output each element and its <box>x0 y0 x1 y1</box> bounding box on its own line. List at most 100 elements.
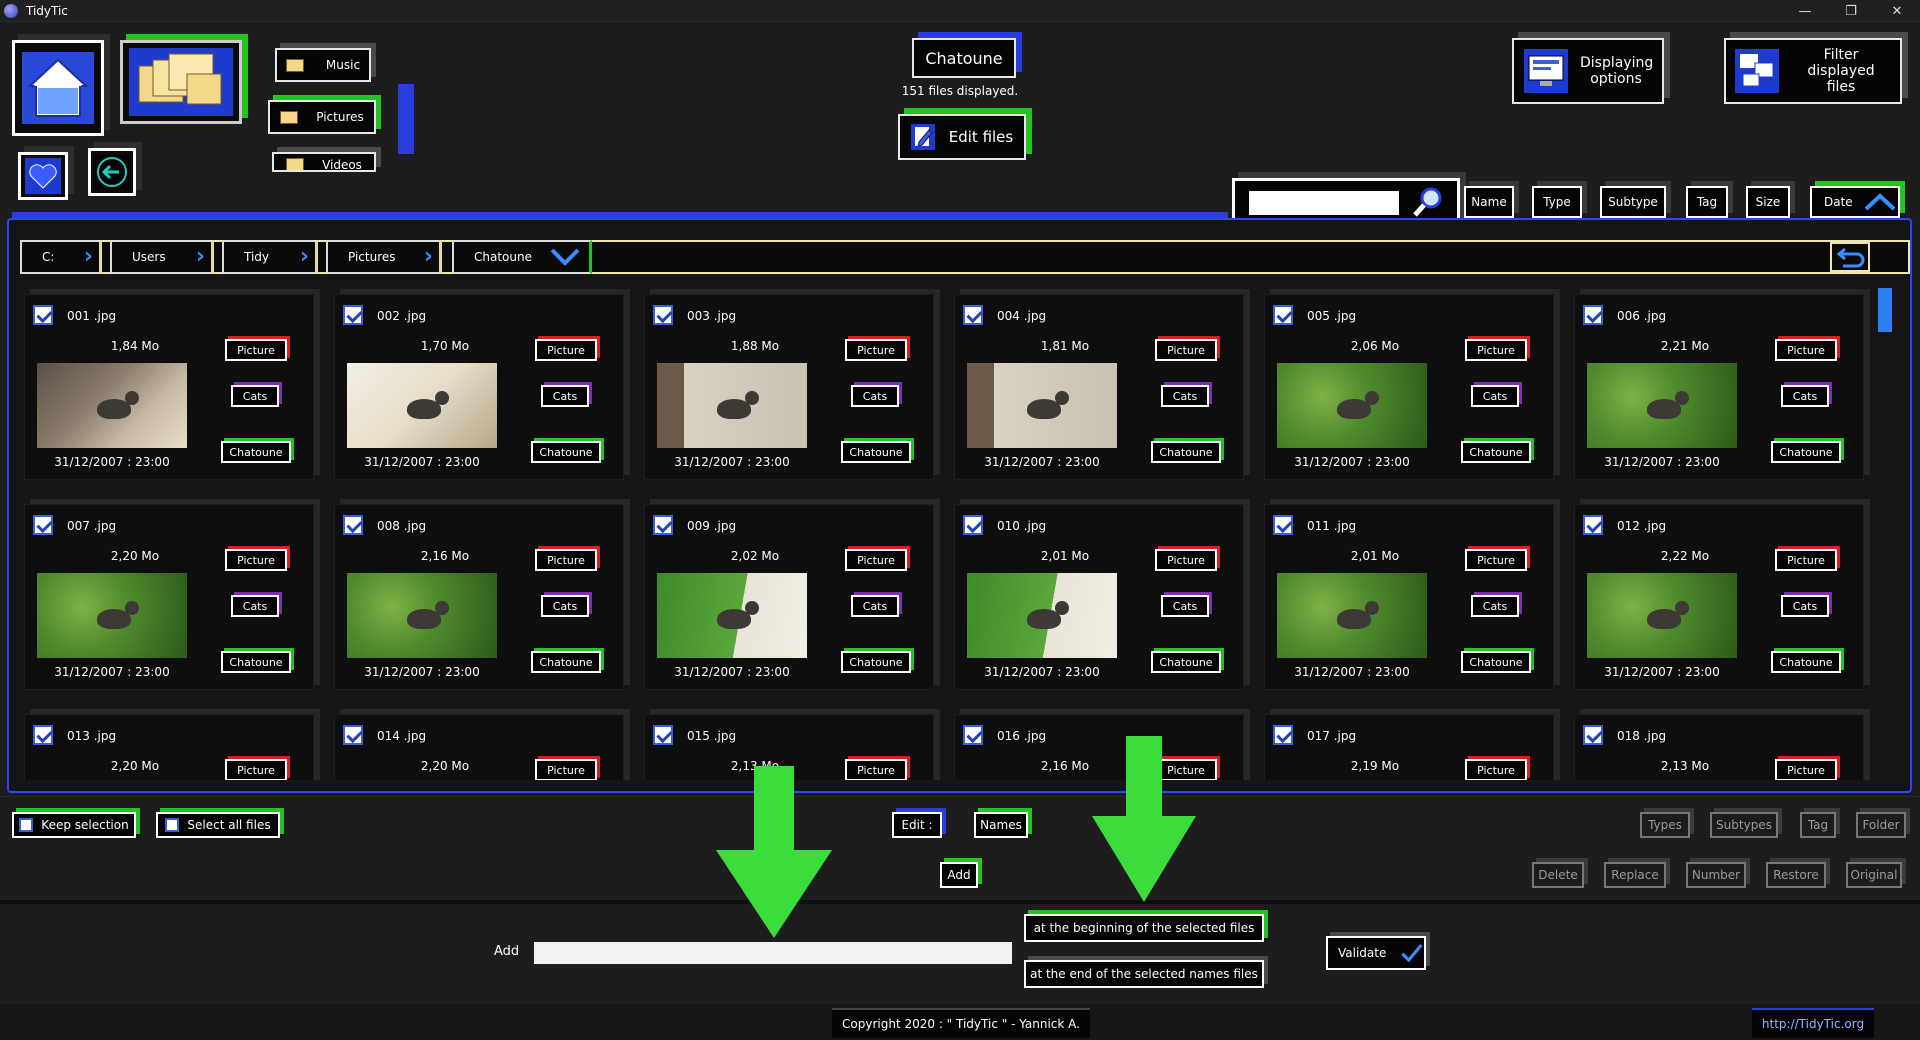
thumbnail-image[interactable] <box>37 363 187 448</box>
file-card[interactable]: 014 .jpg 2,20 Mo Picture <box>334 714 624 780</box>
thumbnail-image[interactable] <box>1587 573 1737 658</box>
custom-tag[interactable]: Chatoune <box>1461 441 1531 463</box>
add-at-end-button[interactable]: at the end of the selected names files <box>1024 960 1264 988</box>
select-checkbox[interactable] <box>653 305 673 325</box>
edit-subtypes-button[interactable]: Subtypes <box>1710 812 1778 838</box>
file-card[interactable]: 002 .jpg 1,70 Mo 31/12/2007 : 23:00 Picture… <box>334 294 624 480</box>
search-icon[interactable] <box>1411 185 1445 219</box>
subtype-tag[interactable]: Cats <box>1471 595 1519 617</box>
type-tag[interactable]: Picture <box>535 759 597 780</box>
filter-files-button[interactable]: Filter displayed files <box>1724 38 1902 104</box>
type-tag[interactable]: Picture <box>1465 549 1527 571</box>
sort-size-button[interactable]: Size <box>1746 186 1790 218</box>
custom-tag[interactable]: Chatoune <box>221 441 291 463</box>
breadcrumb-pictures[interactable]: Pictures › <box>326 240 442 274</box>
subtype-tag[interactable]: Cats <box>851 595 899 617</box>
sort-date-button[interactable]: Date <box>1810 186 1900 218</box>
thumbnail-image[interactable] <box>1277 363 1427 448</box>
file-card[interactable]: 004 .jpg 1,81 Mo 31/12/2007 : 23:00 Picture… <box>954 294 1244 480</box>
restore-button[interactable]: ❐ <box>1828 0 1874 22</box>
type-tag[interactable]: Picture <box>1775 549 1837 571</box>
edit-files-button[interactable]: Edit files <box>898 114 1026 160</box>
displaying-options-button[interactable]: Displaying options <box>1512 38 1664 104</box>
thumbnail-image[interactable] <box>967 573 1117 658</box>
subtype-tag[interactable]: Cats <box>231 595 279 617</box>
edit-folder-button[interactable]: Folder <box>1856 812 1906 838</box>
file-card[interactable]: 018 .jpg 2,13 Mo Picture <box>1574 714 1864 780</box>
thumbnail-image[interactable] <box>1587 363 1737 448</box>
type-tag[interactable]: Picture <box>1465 759 1527 780</box>
favorites-button[interactable] <box>18 152 68 200</box>
home-button[interactable] <box>12 40 104 136</box>
select-checkbox[interactable] <box>1583 305 1603 325</box>
breadcrumb-chatoune[interactable]: Chatoune <box>452 240 592 274</box>
breadcrumb-tidy[interactable]: Tidy › <box>222 240 318 274</box>
back-button[interactable] <box>88 148 136 196</box>
breadcrumb-users[interactable]: Users › <box>110 240 214 274</box>
subtype-tag[interactable]: Cats <box>1161 595 1209 617</box>
thumbnail-image[interactable] <box>347 363 497 448</box>
keep-selection-button[interactable]: Keep selection <box>12 812 136 838</box>
type-tag[interactable]: Picture <box>845 339 907 361</box>
search-input[interactable] <box>1249 191 1399 215</box>
type-tag[interactable]: Picture <box>225 339 287 361</box>
custom-tag[interactable]: Chatoune <box>1771 651 1841 673</box>
edit-types-button[interactable]: Types <box>1640 812 1690 838</box>
type-tag[interactable]: Picture <box>535 339 597 361</box>
type-tag[interactable]: Picture <box>1465 339 1527 361</box>
type-tag[interactable]: Picture <box>225 549 287 571</box>
subtype-tag[interactable]: Cats <box>1471 385 1519 407</box>
sort-subtype-button[interactable]: Subtype <box>1600 186 1666 218</box>
type-tag[interactable]: Picture <box>1775 759 1837 780</box>
type-tag[interactable]: Picture <box>845 549 907 571</box>
select-checkbox[interactable] <box>1273 305 1293 325</box>
file-card[interactable]: 017 .jpg 2,19 Mo Picture <box>1264 714 1554 780</box>
custom-tag[interactable]: Chatoune <box>841 651 911 673</box>
delete-mode-button[interactable]: Delete <box>1532 862 1584 888</box>
select-checkbox[interactable] <box>963 515 983 535</box>
files-scrollbar-thumb[interactable] <box>1878 288 1892 332</box>
subtype-tag[interactable]: Cats <box>541 595 589 617</box>
file-card[interactable]: 006 .jpg 2,21 Mo 31/12/2007 : 23:00 Picture… <box>1574 294 1864 480</box>
select-checkbox[interactable] <box>653 725 673 745</box>
file-card[interactable]: 011 .jpg 2,01 Mo 31/12/2007 : 23:00 Picture… <box>1264 504 1554 690</box>
file-card[interactable]: 001 .jpg 1,84 Mo 31/12/2007 : 23:00 Picture… <box>24 294 314 480</box>
subtype-tag[interactable]: Cats <box>1161 385 1209 407</box>
file-card[interactable]: 008 .jpg 2,16 Mo 31/12/2007 : 23:00 Picture… <box>334 504 624 690</box>
nav-scrollbar[interactable] <box>398 84 414 154</box>
select-checkbox[interactable] <box>653 515 673 535</box>
file-card[interactable]: 005 .jpg 2,06 Mo 31/12/2007 : 23:00 Picture… <box>1264 294 1554 480</box>
subtype-tag[interactable]: Cats <box>1781 595 1829 617</box>
minimize-button[interactable]: — <box>1782 0 1828 22</box>
undo-path-button[interactable] <box>1830 242 1870 272</box>
type-tag[interactable]: Picture <box>1775 339 1837 361</box>
custom-tag[interactable]: Chatoune <box>841 441 911 463</box>
replace-mode-button[interactable]: Replace <box>1604 862 1666 888</box>
type-tag[interactable]: Picture <box>535 549 597 571</box>
select-all-button[interactable]: Select all files <box>156 812 280 838</box>
file-card[interactable]: 013 .jpg 2,20 Mo Picture <box>24 714 314 780</box>
custom-tag[interactable]: Chatoune <box>1151 441 1221 463</box>
add-at-beginning-button[interactable]: at the beginning of the selected files <box>1024 914 1264 942</box>
sort-type-button[interactable]: Type <box>1532 186 1582 218</box>
custom-tag[interactable]: Chatoune <box>1461 651 1531 673</box>
custom-tag[interactable]: Chatoune <box>1151 651 1221 673</box>
close-button[interactable]: ✕ <box>1874 0 1920 22</box>
custom-tag[interactable]: Chatoune <box>221 651 291 673</box>
file-card[interactable]: 010 .jpg 2,01 Mo 31/12/2007 : 23:00 Picture… <box>954 504 1244 690</box>
thumbnail-image[interactable] <box>967 363 1117 448</box>
add-text-input[interactable] <box>534 942 1012 964</box>
select-checkbox[interactable] <box>33 725 53 745</box>
select-checkbox[interactable] <box>1273 725 1293 745</box>
website-link[interactable]: http://TidyTic.org <box>1752 1008 1874 1038</box>
type-tag[interactable]: Picture <box>1155 549 1217 571</box>
select-checkbox[interactable] <box>1583 515 1603 535</box>
number-mode-button[interactable]: Number <box>1686 862 1746 888</box>
edit-names-button[interactable]: Names <box>974 812 1028 838</box>
select-checkbox[interactable] <box>1273 515 1293 535</box>
subtype-tag[interactable]: Cats <box>1781 385 1829 407</box>
nav-videos-button[interactable]: Videos <box>272 152 376 172</box>
select-checkbox[interactable] <box>33 305 53 325</box>
custom-tag[interactable]: Chatoune <box>531 651 601 673</box>
custom-tag[interactable]: Chatoune <box>1771 441 1841 463</box>
